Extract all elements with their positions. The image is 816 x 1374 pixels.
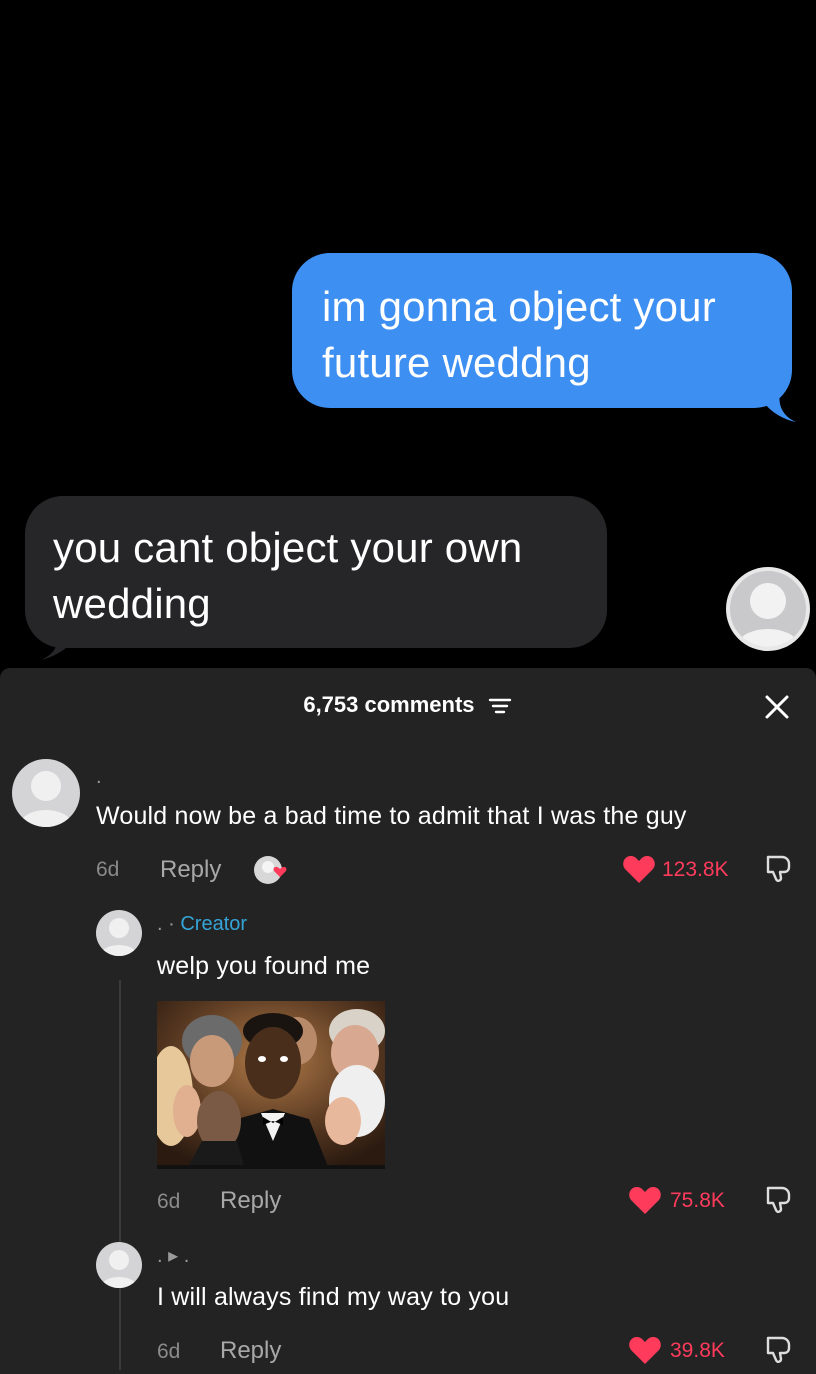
dislike-icon[interactable] [762,1183,794,1215]
reply-time: 6d [157,1340,181,1363]
heart-icon[interactable] [622,855,656,885]
close-icon[interactable] [762,692,792,722]
contact-avatar[interactable] [726,567,810,651]
gif-scene [157,1001,385,1165]
reply-button[interactable]: Reply [160,856,221,884]
bubble-tail [758,394,796,422]
reply-username[interactable]: . ▸ . [157,1243,189,1268]
reply-thread-line [119,980,121,1370]
incoming-message-bubble[interactable]: you cant object your own wedding [25,496,607,660]
dislike-icon[interactable] [762,852,794,884]
avatar-placeholder-icon [101,1250,137,1288]
comments-sheet: 6,753 comments . Would now be a bad time… [0,668,816,1374]
like-count: 39.8K [670,1339,725,1362]
avatar-placeholder-icon [101,918,137,956]
reply-text: I will always find my way to you [157,1283,510,1311]
like-count: 123.8K [662,858,729,881]
filter-icon[interactable] [487,697,513,715]
dislike-icon[interactable] [762,1333,794,1365]
outgoing-message-text: im gonna object your future weddng [322,283,716,386]
reply-avatar[interactable] [96,1242,142,1288]
chat-view: im gonna object your future weddng you c… [0,0,816,668]
screenshot: im gonna object your future weddng you c… [0,0,816,1374]
creator-badge: Creator [180,913,248,935]
reply-button[interactable]: Reply [220,1187,281,1215]
reply-button[interactable]: Reply [220,1337,281,1365]
heart-icon[interactable] [628,1336,662,1366]
reply-avatar[interactable] [96,910,142,956]
comment-text: Would now be a bad time to admit that I … [96,802,687,830]
comment-time: 6d [96,858,120,881]
heart-icon[interactable] [628,1186,662,1216]
reply-gif-image[interactable] [157,1001,385,1169]
like-count: 75.8K [670,1189,725,1212]
reply-username[interactable]: . · Creator [157,913,247,936]
reply-time: 6d [157,1190,181,1213]
comment-username[interactable]: . [96,766,102,789]
avatar-placeholder-icon [738,583,798,647]
commenter-avatar[interactable] [12,759,80,827]
reply-text: welp you found me [157,952,371,980]
incoming-message-text: you cant object your own wedding [53,524,523,627]
comments-header: 6,753 comments [0,668,816,748]
creator-liked-icon [254,856,287,884]
outgoing-message-bubble[interactable]: im gonna object your future weddng [292,253,796,422]
comment-count[interactable]: 6,753 comments [0,692,816,718]
bubble-tail [41,634,79,660]
avatar-placeholder-icon [20,771,72,827]
